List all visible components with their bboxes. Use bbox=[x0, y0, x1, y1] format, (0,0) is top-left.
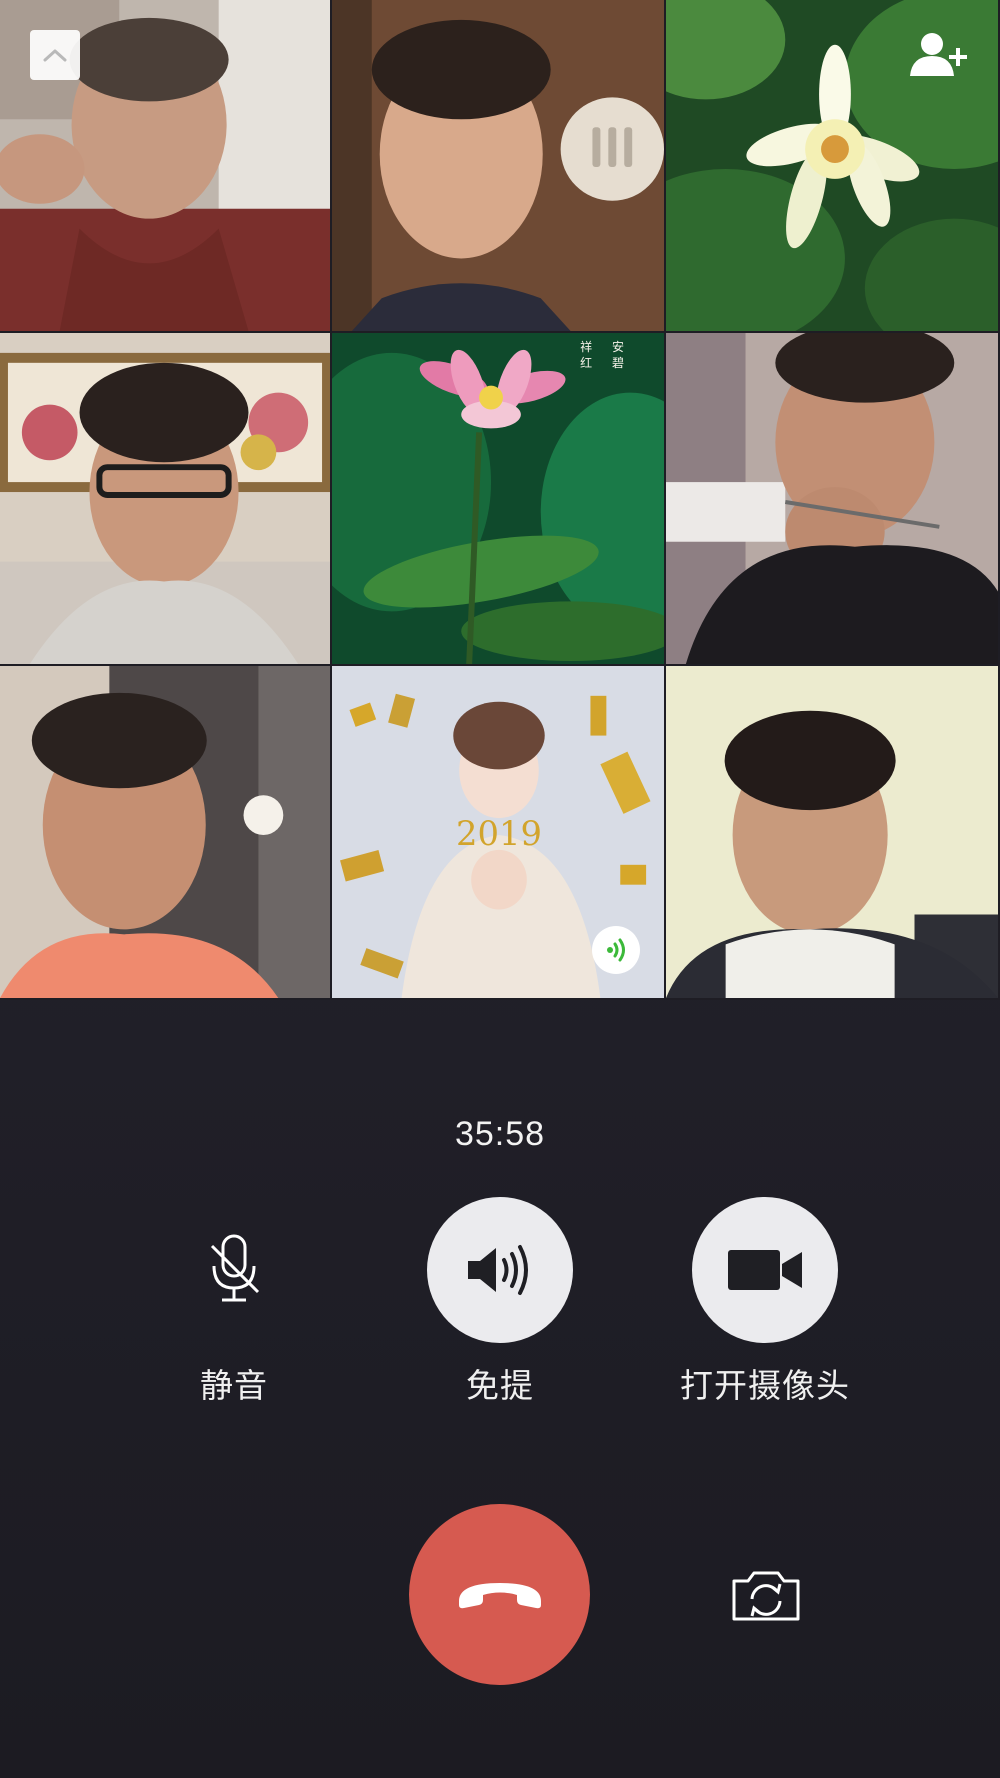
phone-hangup-icon bbox=[458, 1582, 541, 1608]
tile-caption: 祥 安 红 碧 bbox=[580, 339, 632, 371]
microphone-off-icon bbox=[210, 1234, 260, 1302]
svg-text:2019: 2019 bbox=[456, 814, 542, 853]
call-controls: 静音 免提 打开摄像头 bbox=[0, 1197, 1000, 1404]
collapse-button[interactable] bbox=[30, 30, 80, 80]
participant-video-9 bbox=[666, 666, 998, 998]
hangup-button[interactable] bbox=[409, 1504, 590, 1685]
flip-camera-icon bbox=[732, 1571, 800, 1621]
participant-avatar-lotus bbox=[332, 333, 664, 664]
participant-tile-8[interactable]: 2019 bbox=[332, 666, 666, 1000]
participant-grid: 祥 安 红 碧 2019 bbox=[0, 0, 1000, 1000]
participant-video-4 bbox=[0, 333, 330, 664]
participant-tile-4[interactable] bbox=[0, 333, 332, 666]
speaking-indicator bbox=[592, 926, 640, 974]
call-timer: 35:58 bbox=[454, 1115, 546, 1153]
caption-line-2: 红 碧 bbox=[580, 356, 632, 370]
camera-label: 打开摄像头 bbox=[680, 1367, 850, 1404]
speaker-button-circle[interactable] bbox=[427, 1197, 573, 1343]
participant-tile-3[interactable] bbox=[666, 0, 1000, 333]
mute-button-circle[interactable] bbox=[161, 1197, 307, 1343]
add-member-button[interactable] bbox=[908, 30, 972, 80]
participant-tile-7[interactable] bbox=[0, 666, 332, 1000]
video-camera-icon bbox=[728, 1250, 802, 1290]
video-call-screen: 祥 安 红 碧 2019 35:58 静音 免提 打开摄像头 bbox=[0, 0, 1000, 1778]
participant-video-7 bbox=[0, 666, 330, 998]
chevron-up-icon bbox=[43, 49, 67, 62]
speaker-icon bbox=[468, 1245, 528, 1295]
camera-button-circle[interactable] bbox=[692, 1197, 838, 1343]
camera-button[interactable]: 打开摄像头 bbox=[655, 1197, 875, 1407]
participant-tile-1[interactable] bbox=[0, 0, 332, 333]
flip-camera-button[interactable] bbox=[730, 1565, 802, 1625]
mute-button[interactable]: 静音 bbox=[124, 1197, 344, 1407]
participant-tile-5[interactable]: 祥 安 红 碧 bbox=[332, 333, 666, 666]
speaker-button[interactable]: 免提 bbox=[390, 1197, 610, 1407]
participant-video-2 bbox=[332, 0, 664, 331]
sound-wave-icon bbox=[607, 938, 625, 962]
speaker-label: 免提 bbox=[466, 1367, 534, 1404]
participant-tile-6[interactable] bbox=[666, 333, 1000, 666]
mute-label: 静音 bbox=[200, 1367, 268, 1404]
caption-line-1: 祥 安 bbox=[580, 340, 632, 354]
participant-tile-9[interactable] bbox=[666, 666, 1000, 1000]
participant-tile-2[interactable] bbox=[332, 0, 666, 333]
add-user-icon bbox=[910, 33, 967, 76]
participant-video-6 bbox=[666, 333, 998, 664]
